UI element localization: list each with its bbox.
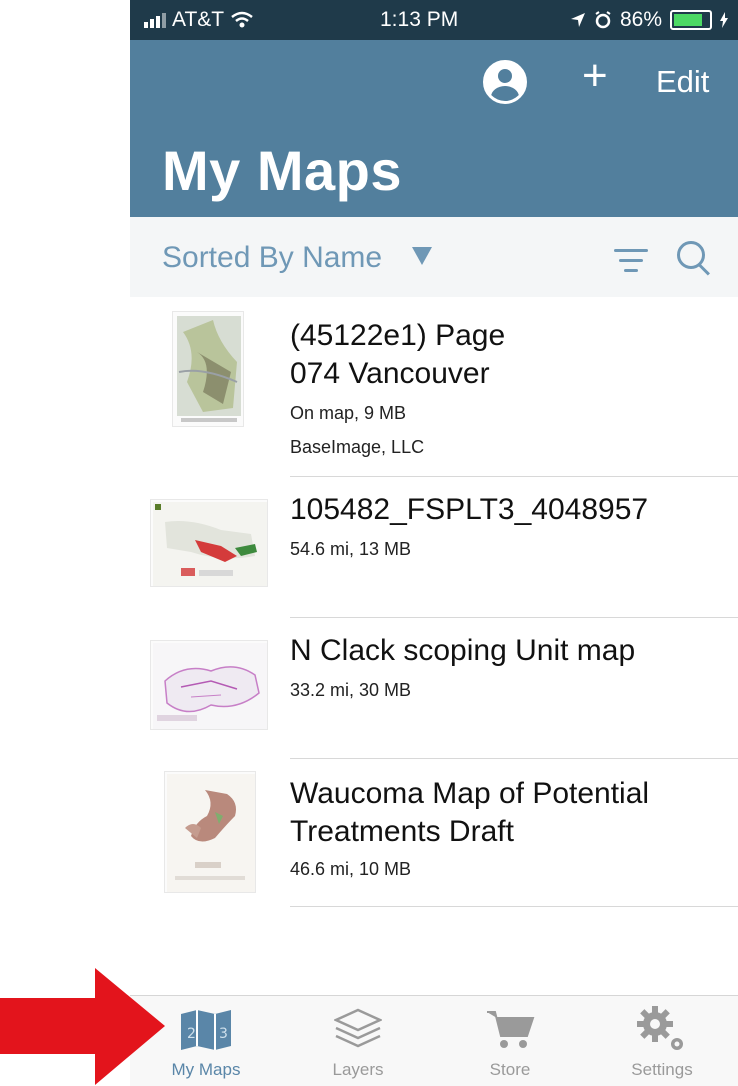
tab-store[interactable]: Store <box>434 996 586 1086</box>
list-item[interactable]: N Clack scoping Unit map 33.2 mi, 30 MB <box>130 618 738 759</box>
map-thumbnail <box>172 311 244 427</box>
status-right: 86% <box>570 8 728 32</box>
status-bar: AT&T 1:13 PM 86% <box>130 0 738 40</box>
map-detail: 46.6 mi, 10 MB <box>290 859 412 879</box>
map-title-line: Treatments Draft <box>290 815 514 848</box>
tab-label: Store <box>489 1060 531 1079</box>
carrier-name: AT&T <box>172 8 225 31</box>
divider <box>290 906 738 907</box>
signal-icon <box>144 12 166 28</box>
map-title-line: 105482_FSPLT3_4048957 <box>290 493 649 526</box>
carrier-group: AT&T <box>144 8 254 32</box>
gear-icon <box>637 1006 683 1050</box>
list-item[interactable]: Waucoma Map of Potential Treatments Draf… <box>130 759 738 907</box>
red-arrow-icon <box>0 968 165 1085</box>
tab-layers[interactable]: Layers <box>282 996 434 1086</box>
tab-bar: 2 3 My Maps Layers Store Settings <box>130 995 738 1086</box>
list-item[interactable]: (45122e1) Page 074 Vancouver On map, 9 M… <box>130 297 738 477</box>
battery-icon <box>670 10 712 30</box>
caret-down-icon[interactable] <box>412 247 432 265</box>
add-map-button[interactable]: + <box>582 54 608 98</box>
map-title-line: N Clack scoping Unit map <box>290 634 636 667</box>
map-detail: On map, 9 MB <box>290 403 407 423</box>
sort-bar: Sorted By Name <box>130 217 738 297</box>
map-detail: 33.2 mi, 30 MB <box>290 680 412 700</box>
map-thumbnail <box>150 499 268 587</box>
cart-icon <box>487 1011 535 1048</box>
profile-button[interactable] <box>483 60 527 104</box>
sort-dropdown[interactable]: Sorted By Name <box>162 241 382 275</box>
wifi-icon <box>231 11 253 28</box>
page-title: My Maps <box>162 139 402 202</box>
phone-screen: AT&T 1:13 PM 86% + Edit My Maps Sorted B… <box>130 0 738 1086</box>
tab-label: Settings <box>631 1060 693 1079</box>
battery-percent: 86% <box>619 8 662 31</box>
search-icon[interactable] <box>677 241 711 277</box>
map-detail: 54.6 mi, 13 MB <box>290 539 412 559</box>
status-time: 1:13 PM <box>380 8 459 31</box>
list-item[interactable]: 105482_FSPLT3_4048957 54.6 mi, 13 MB <box>130 477 738 618</box>
nav-bar: + Edit My Maps <box>130 40 738 217</box>
map-title-line: Waucoma Map of Potential <box>290 777 650 810</box>
filter-icon[interactable] <box>614 247 648 275</box>
tab-settings[interactable]: Settings <box>586 996 738 1086</box>
tab-label: Layers <box>332 1060 384 1079</box>
map-title-line: (45122e1) Page <box>290 319 506 352</box>
map-thumbnail <box>150 640 268 730</box>
map-thumbnail <box>164 771 256 893</box>
svg-text:3: 3 <box>219 1026 228 1042</box>
profile-icon <box>498 69 512 83</box>
alarm-icon <box>595 11 611 29</box>
map-detail: BaseImage, LLC <box>290 437 425 457</box>
charging-icon <box>720 12 728 28</box>
map-title-line: 074 Vancouver <box>290 357 490 390</box>
edit-button[interactable]: Edit <box>656 64 709 100</box>
layers-icon <box>334 1008 382 1048</box>
left-gutter <box>0 0 130 995</box>
location-icon <box>570 13 585 27</box>
